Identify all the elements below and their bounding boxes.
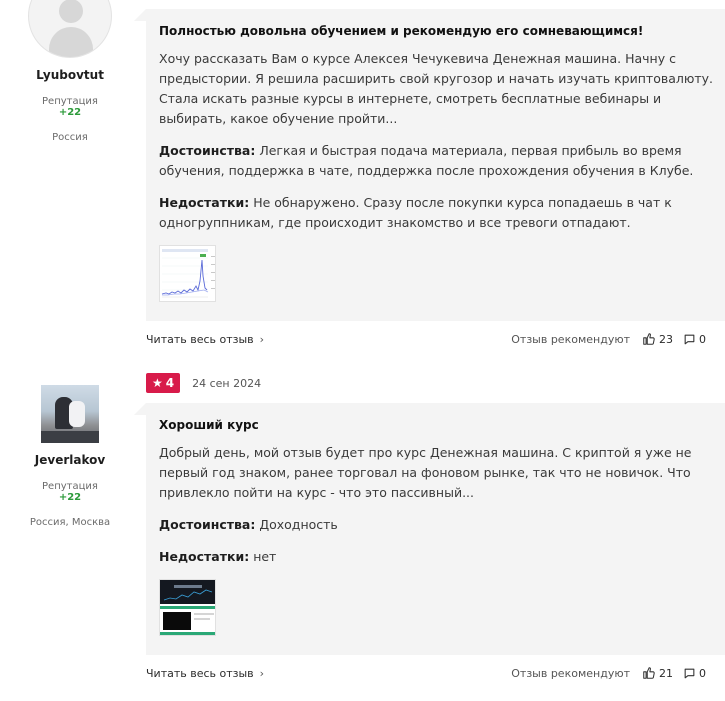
recommends-label: Отзыв рекомендуют	[511, 666, 630, 680]
rating-badge: ★ 4	[146, 373, 181, 393]
review-author: Jeverlakov Репутация +22 Россия, Москва	[10, 385, 130, 528]
pros-text: Доходность	[259, 517, 338, 532]
recommends-label: Отзыв рекомендуют	[511, 332, 630, 346]
review-author: Lyubovtut Репутация +22 Россия	[10, 0, 130, 143]
username[interactable]: Jeverlakov	[10, 453, 130, 467]
star-icon: ★	[152, 376, 163, 390]
like-button[interactable]: 23	[642, 332, 673, 346]
pros-label: Достоинства:	[159, 517, 256, 532]
chevron-right-icon: ›	[259, 332, 265, 346]
comments-button[interactable]: 0	[683, 333, 706, 346]
comments-count: 0	[699, 666, 706, 680]
reputation-label: Репутация	[42, 481, 98, 492]
review-cons: Недостатки: нет	[159, 547, 717, 567]
chevron-right-icon: ›	[259, 666, 265, 680]
like-button[interactable]: 21	[642, 666, 673, 680]
reputation-value: +22	[58, 492, 82, 503]
default-avatar-icon	[59, 0, 83, 23]
chart-screenshot-icon	[160, 246, 215, 301]
cons-label: Недостатки:	[159, 549, 250, 564]
review-title[interactable]: Полностью довольна обучением и рекоменду…	[159, 23, 717, 39]
read-full-review-link[interactable]: Читать весь отзыв ›	[146, 333, 264, 346]
thumbs-up-icon	[643, 333, 655, 345]
review-title[interactable]: Хороший курс	[159, 417, 717, 433]
cons-text: нет	[253, 549, 277, 564]
review-body: Хороший курс Добрый день, мой отзыв буде…	[134, 403, 725, 655]
comment-icon	[684, 668, 695, 678]
rating-value: 4	[165, 376, 175, 390]
pros-label: Достоинства:	[159, 143, 256, 158]
thumbs-up-icon	[643, 667, 655, 679]
read-full-review-link[interactable]: Читать весь отзыв ›	[146, 667, 264, 680]
review-footer: Читать весь отзыв › Отзыв рекомендуют 21 …	[146, 665, 706, 681]
review-footer: Читать весь отзыв › Отзыв рекомендуют 23 …	[146, 331, 706, 347]
avatar[interactable]	[41, 385, 99, 443]
review-date: 24 сен 2024	[192, 376, 262, 390]
screenshot-icon	[160, 580, 215, 635]
likes-count: 23	[659, 332, 673, 346]
comments-count: 0	[699, 332, 706, 346]
reputation-value: +22	[58, 107, 82, 118]
review-text: Добрый день, мой отзыв будет про курс Де…	[159, 445, 692, 500]
comment-icon	[684, 334, 695, 344]
attachment-thumbnail[interactable]	[159, 245, 216, 302]
review-body: Полностью довольна обучением и рекоменду…	[134, 9, 725, 321]
review-text: Хочу рассказать Вам о курсе Алексея Чечу…	[159, 51, 714, 126]
cons-label: Недостатки:	[159, 195, 250, 210]
attachment-thumbnail[interactable]	[159, 579, 216, 636]
user-location: Россия	[52, 132, 88, 143]
likes-count: 21	[659, 666, 673, 680]
review-cons: Недостатки: Не обнаружено. Сразу после п…	[159, 193, 717, 233]
review-meta: ★ 4 24 сен 2024	[146, 373, 261, 393]
user-location: Россия, Москва	[29, 517, 111, 528]
review-pros: Достоинства: Доходность	[159, 515, 717, 535]
reputation-label: Репутация	[42, 96, 98, 107]
avatar[interactable]	[28, 0, 112, 58]
review-pros: Достоинства: Легкая и быстрая подача мат…	[159, 141, 717, 181]
comments-button[interactable]: 0	[683, 667, 706, 680]
username[interactable]: Lyubovtut	[10, 68, 130, 82]
